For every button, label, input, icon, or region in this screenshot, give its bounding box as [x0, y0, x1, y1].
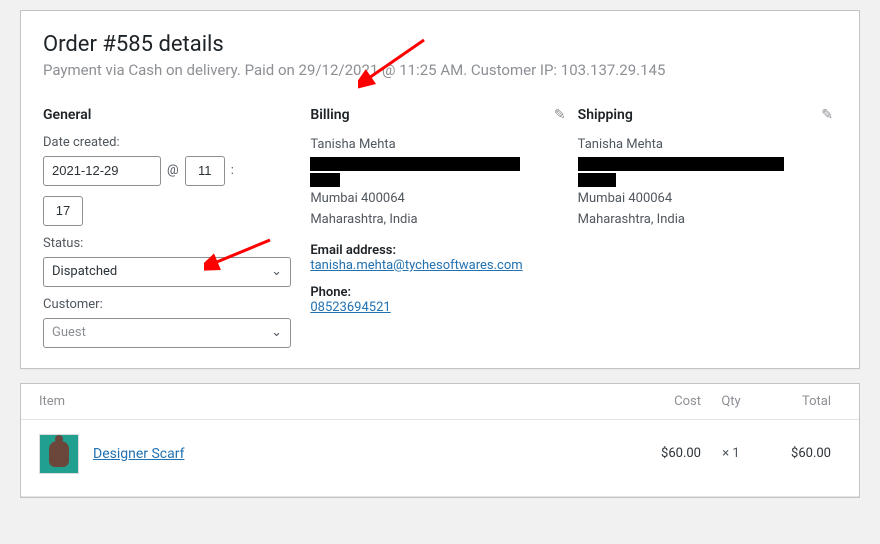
- billing-region: Maharashtra, India: [310, 210, 569, 231]
- at-symbol: @: [167, 163, 179, 178]
- customer-label: Customer:: [43, 297, 302, 312]
- redacted-line: [578, 157, 784, 171]
- billing-email-link[interactable]: tanisha.mehta@tychesoftwares.com: [310, 258, 522, 273]
- pencil-icon[interactable]: ✎: [821, 107, 833, 123]
- billing-heading: Billing: [310, 107, 569, 123]
- annotation-arrow-status: [204, 236, 274, 272]
- redacted-line: [310, 157, 520, 171]
- order-details-panel: Order #585 details Payment via Cash on d…: [20, 10, 860, 369]
- shipping-citypost: Mumbai 400064: [578, 189, 837, 210]
- item-qty: × 1: [701, 446, 761, 461]
- billing-citypost: Mumbai 400064: [310, 189, 569, 210]
- item-row: Designer Scarf $60.00 × 1 $60.00: [21, 420, 859, 497]
- item-cost: $60.00: [621, 446, 701, 461]
- shipping-heading: Shipping: [578, 107, 837, 123]
- redacted-line: [310, 173, 340, 187]
- redacted-line: [578, 173, 616, 187]
- pencil-icon[interactable]: ✎: [554, 107, 566, 123]
- product-name: Designer Scarf: [93, 446, 621, 462]
- order-subtitle: Payment via Cash on delivery. Paid on 29…: [43, 60, 837, 81]
- shipping-address: Tanisha Mehta Mumbai 400064 Maharashtra,…: [578, 135, 837, 231]
- billing-column: ✎ Billing Tanisha Mehta Mumbai 400064 Ma…: [310, 107, 569, 348]
- product-link[interactable]: Designer Scarf: [93, 446, 184, 462]
- head-total: Total: [761, 394, 841, 409]
- general-heading: General: [43, 107, 302, 123]
- billing-phone-link[interactable]: 08523694521: [310, 300, 390, 315]
- head-qty: Qty: [701, 394, 761, 409]
- thumb-image: [49, 441, 69, 467]
- date-created-input[interactable]: [43, 156, 161, 186]
- annotation-arrow-header: [358, 36, 428, 90]
- email-label: Email address:: [310, 243, 569, 258]
- chevron-down-icon: ⌄: [271, 325, 282, 340]
- item-total: $60.00: [761, 446, 841, 461]
- order-items-panel: Item Cost Qty Total Designer Scarf $60.0…: [20, 383, 860, 498]
- customer-select[interactable]: Guest ⌄: [43, 318, 291, 348]
- shipping-name: Tanisha Mehta: [578, 135, 837, 156]
- order-title: Order #585 details: [43, 31, 837, 60]
- status-value: Dispatched: [52, 264, 117, 279]
- head-cost: Cost: [621, 394, 701, 409]
- date-created-label: Date created:: [43, 135, 302, 150]
- time-colon: :: [231, 163, 234, 178]
- billing-address: Tanisha Mehta Mumbai 400064 Maharashtra,…: [310, 135, 569, 231]
- shipping-region: Maharashtra, India: [578, 210, 837, 231]
- hour-input[interactable]: [185, 156, 225, 186]
- product-thumbnail[interactable]: [39, 434, 79, 474]
- general-column: General Date created: @ : Status: Dispat…: [43, 107, 302, 348]
- items-head: Item Cost Qty Total: [21, 384, 859, 420]
- billing-name: Tanisha Mehta: [310, 135, 569, 156]
- phone-label: Phone:: [310, 285, 569, 300]
- customer-value: Guest: [52, 325, 86, 340]
- minute-input[interactable]: [43, 196, 83, 226]
- head-item: Item: [39, 394, 621, 409]
- shipping-column: ✎ Shipping Tanisha Mehta Mumbai 400064 M…: [578, 107, 837, 348]
